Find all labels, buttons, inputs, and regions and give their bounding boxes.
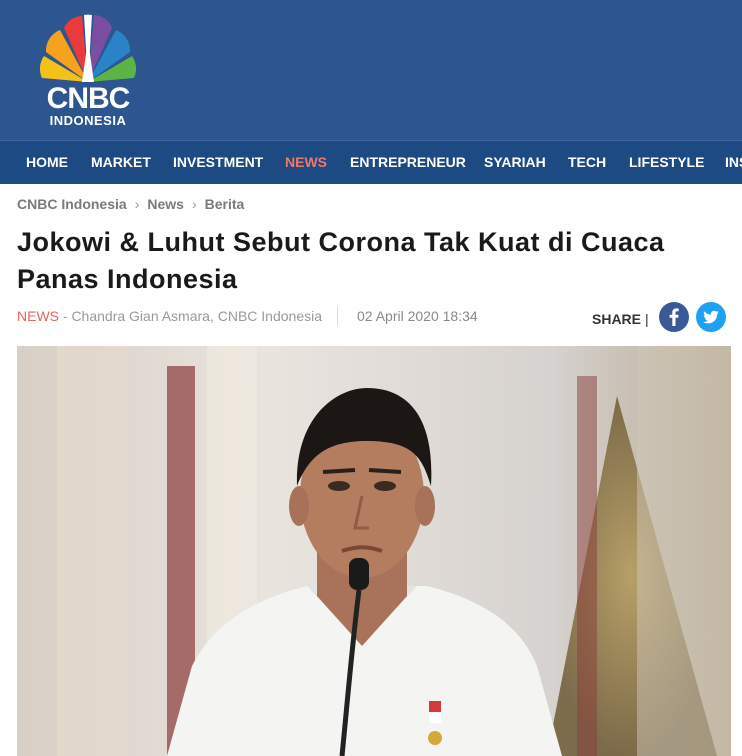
main-navigation: HOME MARKET INVESTMENT NEWS ENTREPRENEUR… [0,140,742,184]
share-label: SHARE [592,311,642,327]
peacock-icon [39,14,137,83]
author-line: - Chandra Gian Asmara, CNBC Indonesia [59,308,323,324]
breadcrumb-news[interactable]: News [147,196,184,212]
facebook-icon [669,308,679,326]
breadcrumb-berita[interactable]: Berita [205,196,245,212]
nav-item-insight[interactable]: INS [725,141,742,184]
twitter-share-button[interactable] [696,302,726,332]
meta-divider [337,306,338,326]
nav-item-syariah[interactable]: SYARIAH [484,141,546,184]
publish-date: 02 April 2020 18:34 [357,308,478,324]
article-photo [17,346,731,756]
nav-item-news[interactable]: NEWS [285,141,327,184]
nav-item-market[interactable]: MARKET [91,141,151,184]
logo-wordmark: CNBC [46,82,131,115]
nav-item-investment[interactable]: INVESTMENT [173,141,263,184]
logo-subtitle: INDONESIA [49,113,127,128]
cnbc-indonesia-logo[interactable]: CNBC INDONESIA [26,12,152,128]
article-title: Jokowi & Luhut Sebut Corona Tak Kuat di … [17,227,665,294]
facebook-share-button[interactable] [659,302,689,332]
article-meta: NEWS - Chandra Gian Asmara, CNBC Indones… [17,306,478,326]
nav-item-entrepreneur[interactable]: ENTREPRENEUR [350,141,466,184]
chevron-right-icon: › [191,196,197,212]
share-separator: | [645,311,649,327]
breadcrumb: CNBC Indonesia › News › Berita [17,196,244,212]
photo-illustration [17,346,731,756]
twitter-icon [703,310,719,324]
breadcrumb-home[interactable]: CNBC Indonesia [17,196,127,212]
nav-item-home[interactable]: HOME [26,141,68,184]
site-header: CNBC INDONESIA [0,0,742,140]
nav-item-lifestyle[interactable]: LIFESTYLE [629,141,704,184]
nav-item-tech[interactable]: TECH [568,141,606,184]
category-link[interactable]: NEWS [17,308,59,324]
chevron-right-icon: › [134,196,140,212]
